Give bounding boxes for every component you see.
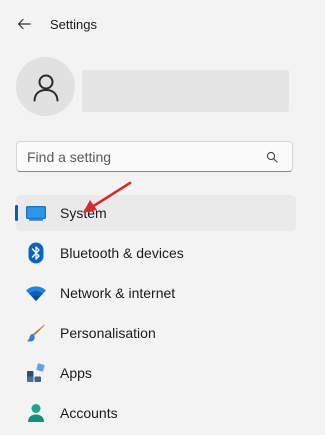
sidebar-nav: System Bluetooth & devices Network & int… [15,195,296,435]
person-icon [33,74,58,101]
sidebar-item-label: Apps [60,365,92,381]
wifi-icon [25,282,47,304]
sidebar-item-label: Network & internet [60,285,176,301]
accounts-icon [25,402,47,424]
search-icon[interactable] [260,145,284,169]
sidebar-item-label: System [60,205,107,221]
search-box[interactable] [16,141,293,172]
sidebar-item-personalisation[interactable]: Personalisation [16,315,296,351]
brush-icon [25,322,47,344]
apps-icon [25,362,47,384]
search-input[interactable] [17,142,260,171]
user-name-placeholder [82,70,289,112]
sidebar-item-apps[interactable]: Apps [16,355,296,391]
sidebar-item-label: Accounts [60,405,118,421]
sidebar-item-label: Bluetooth & devices [60,245,184,261]
system-icon [25,202,47,224]
sidebar-item-accounts[interactable]: Accounts [16,395,296,431]
sidebar-item-network-internet[interactable]: Network & internet [16,275,296,311]
sidebar-item-bluetooth-devices[interactable]: Bluetooth & devices [16,235,296,271]
sidebar-item-system[interactable]: System [15,195,296,231]
app-title: Settings [50,17,97,32]
back-arrow-icon [17,18,31,30]
title-bar: Settings [0,0,325,48]
bluetooth-icon [25,242,47,264]
selection-indicator [15,205,18,221]
sidebar-item-label: Personalisation [60,325,156,341]
avatar[interactable] [16,57,75,116]
back-button[interactable] [10,12,38,36]
